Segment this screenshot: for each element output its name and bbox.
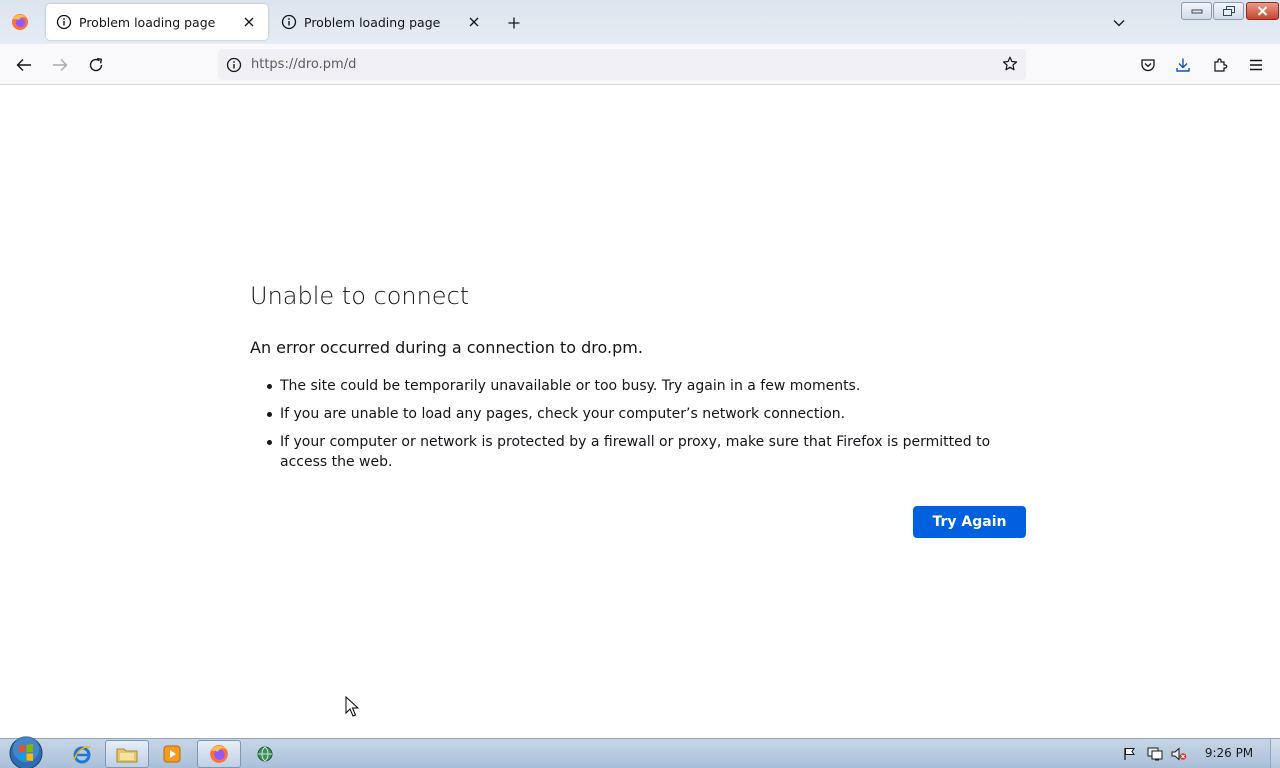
hamburger-menu-icon	[1250, 59, 1262, 71]
plus-icon	[508, 17, 520, 29]
bookmark-star-icon[interactable]	[1000, 54, 1020, 74]
system-clock[interactable]: 9:26 PM	[1197, 746, 1261, 760]
network-globe-icon	[257, 746, 273, 762]
reload-icon	[89, 57, 103, 72]
list-item: If your computer or network is protected…	[265, 432, 1030, 472]
taskbar-network-app[interactable]	[243, 740, 287, 768]
list-item: If you are unable to load any pages, che…	[265, 404, 1030, 424]
url-text[interactable]: https://dro.pm/d	[251, 57, 356, 72]
close-icon	[1257, 6, 1268, 16]
info-icon	[281, 14, 297, 30]
mouse-cursor-icon	[345, 696, 360, 717]
download-icon	[1176, 58, 1190, 72]
tab-title: Problem loading page	[304, 14, 441, 30]
site-info-icon[interactable]	[225, 56, 243, 74]
taskbar-media-player[interactable]	[150, 740, 194, 768]
app-menu-button[interactable]	[1243, 52, 1269, 78]
show-desktop-button[interactable]	[1270, 739, 1280, 768]
firefox-icon	[210, 745, 228, 763]
url-scheme-host: https://dro.pm	[251, 57, 344, 72]
url-path: /d	[343, 57, 357, 72]
close-window-button[interactable]	[1246, 2, 1279, 20]
start-button[interactable]	[7, 735, 45, 768]
address-bar[interactable]: https://dro.pm/d	[218, 49, 1026, 80]
media-player-icon	[163, 745, 181, 763]
list-all-tabs-button[interactable]	[1108, 12, 1130, 34]
try-again-button[interactable]: Try Again	[913, 506, 1026, 538]
taskbar: 9:26 PM	[0, 735, 1280, 768]
firefox-icon	[8, 10, 32, 34]
taskbar-firefox[interactable]	[197, 740, 241, 768]
downloads-button[interactable]	[1170, 52, 1196, 78]
tab-strip: Problem loading page Problem loading pag…	[0, 0, 1280, 44]
navigation-toolbar: https://dro.pm/d	[0, 44, 1280, 85]
close-tab-icon[interactable]	[240, 13, 258, 31]
pocket-icon	[1141, 59, 1155, 72]
error-description: An error occurred during a connection to…	[250, 338, 643, 357]
reload-button[interactable]	[83, 52, 109, 78]
windows-start-icon	[9, 736, 43, 768]
file-explorer-icon	[116, 748, 138, 763]
internet-explorer-icon	[73, 746, 91, 764]
minimize-icon	[1191, 9, 1202, 14]
taskbar-internet-explorer[interactable]	[60, 740, 104, 768]
arrow-right-icon	[53, 59, 68, 71]
extensions-button[interactable]	[1207, 52, 1233, 78]
page-content: Unable to connect An error occurred duri…	[0, 85, 1280, 738]
network-tray-icon[interactable]	[1147, 746, 1163, 762]
volume-muted-icon[interactable]	[1171, 746, 1187, 762]
error-suggestions-list: The site could be temporarily unavailabl…	[265, 376, 1030, 480]
tab-problem-loading[interactable]: Problem loading page	[271, 4, 493, 40]
tab-title: Problem loading page	[79, 14, 216, 30]
chevron-down-icon	[1113, 20, 1125, 27]
minimize-button[interactable]	[1181, 2, 1212, 20]
error-title: Unable to connect	[250, 282, 470, 310]
arrow-left-icon	[16, 59, 31, 71]
action-center-flag-icon[interactable]	[1122, 746, 1138, 762]
puzzle-icon	[1214, 58, 1228, 72]
close-tab-icon[interactable]	[465, 13, 483, 31]
forward-button[interactable]	[47, 52, 73, 78]
pocket-button[interactable]	[1135, 52, 1161, 78]
restore-icon	[1222, 6, 1235, 16]
back-button[interactable]	[11, 52, 37, 78]
new-tab-button[interactable]	[503, 12, 525, 34]
restore-button[interactable]	[1213, 2, 1244, 20]
list-item: The site could be temporarily unavailabl…	[265, 376, 1030, 396]
taskbar-file-explorer[interactable]	[105, 740, 149, 768]
tab-problem-loading-active[interactable]: Problem loading page	[46, 4, 268, 40]
info-icon	[56, 14, 72, 30]
